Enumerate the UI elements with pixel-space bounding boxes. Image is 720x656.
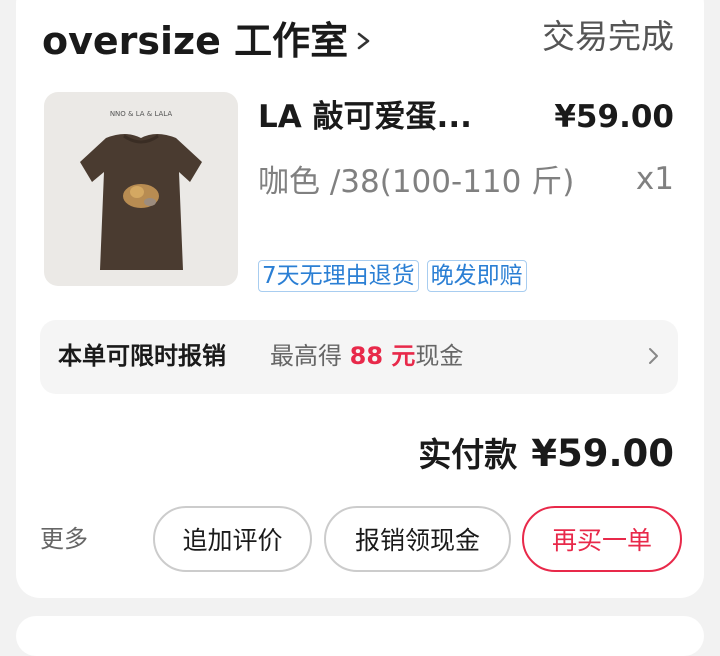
reimburse-desc: 最高得 88 元现金 [270,338,463,374]
next-order-card [16,616,704,656]
reimburse-desc-suffix: 现金 [415,342,464,370]
product-quantity: x1 [635,161,674,197]
reimburse-amount: 88 元 [349,342,416,370]
buy-again-button[interactable]: 再买一单 [522,506,682,572]
service-tags: 7天无理由退货 晚发即赔 [258,260,527,292]
total-row: 实付款 ¥59.00 [418,428,674,476]
product-image[interactable]: NNO & LA & LALA [44,92,238,286]
chevron-right-icon [649,348,658,364]
add-review-button[interactable]: 追加评价 [153,506,312,572]
shop-name[interactable]: oversize 工作室 [42,18,348,64]
tag-return-policy: 7天无理由退货 [258,260,419,292]
claim-cash-button[interactable]: 报销领现金 [324,506,511,572]
product-price: ¥59.00 [554,99,674,135]
order-status: 交易完成 [542,17,674,56]
total-label: 实付款 [418,435,518,474]
product-title[interactable]: LA 敲可爱蛋... [258,96,472,138]
chevron-right-icon[interactable] [352,26,376,56]
total-value: ¥59.00 [531,432,674,475]
reimburse-desc-prefix: 最高得 [270,342,342,370]
tshirt-illustration: NNO & LA & LALA [80,110,202,270]
product-spec: 咖色 /38(100-110 斤) [258,164,575,200]
reimburse-banner[interactable]: 本单可限时报销 最高得 88 元现金 [40,320,678,394]
reimburse-label: 本单可限时报销 [58,342,226,370]
more-button[interactable]: 更多 [40,522,88,556]
tag-late-shipping: 晚发即赔 [426,260,527,292]
product-image-caption: NNO & LA & LALA [110,110,173,118]
